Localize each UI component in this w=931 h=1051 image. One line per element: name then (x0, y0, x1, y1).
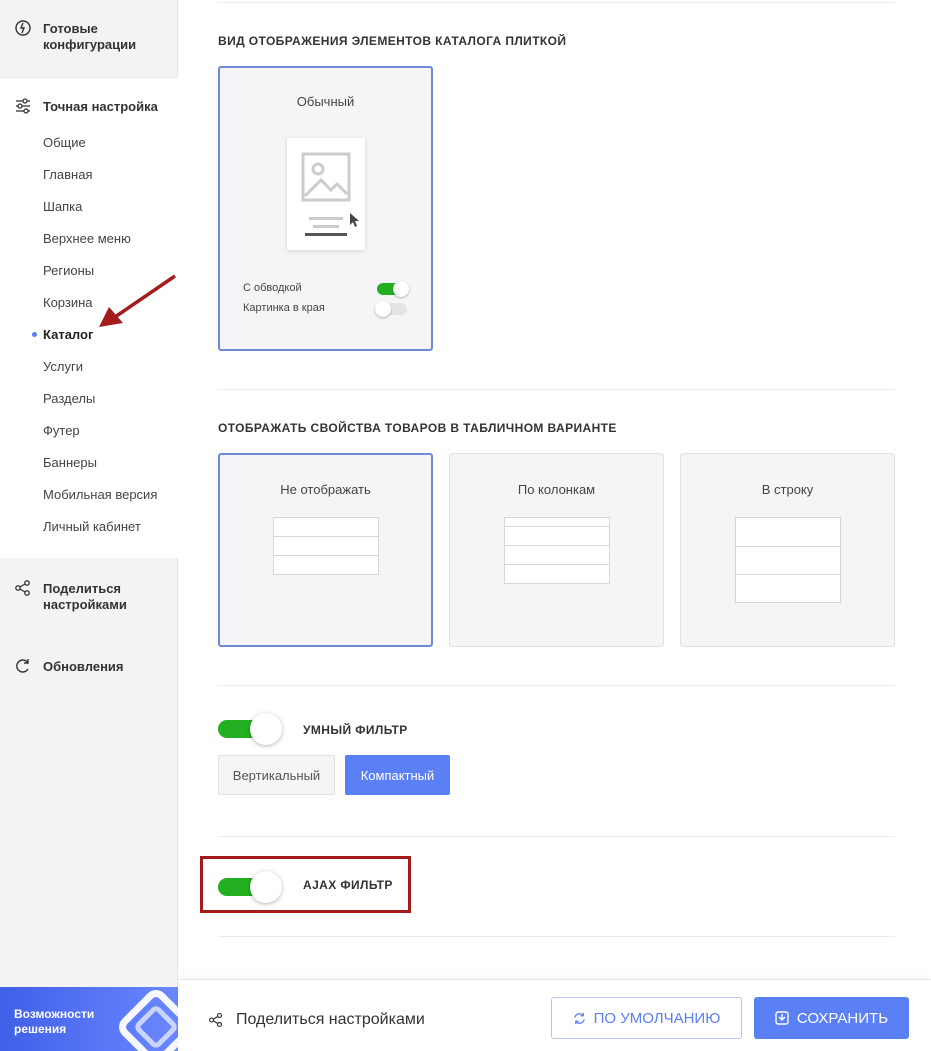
reset-default-label: ПО УМОЛЧАНИЮ (593, 1009, 721, 1027)
annotation-arrow-icon (99, 274, 176, 327)
divider (218, 389, 895, 390)
share-icon (15, 580, 30, 596)
sidebar: Готовые конфигурации Точная настройка Об… (0, 0, 178, 1051)
opt-edge-label: Картинка в края (243, 302, 325, 314)
opt-edge-toggle[interactable] (375, 301, 407, 317)
sidebar-share[interactable]: Поделиться настройками (0, 560, 178, 620)
table-option-label: По колонкам (517, 482, 596, 497)
sidebar-fine-tuning: Точная настройка Общие Главная Шапка Вер… (0, 78, 178, 558)
promo-banner[interactable]: Возможности решения (0, 987, 178, 1051)
divider (218, 936, 895, 937)
smart-filter-toggle[interactable] (218, 713, 282, 745)
sidebar-item-sections[interactable]: Разделы (43, 391, 95, 406)
sidebar-item-regions[interactable]: Регионы (43, 263, 94, 278)
ajax-filter-label: AJAX ФИЛЬТР (303, 878, 393, 892)
sidebar-fine-tuning-label: Точная настройка (43, 99, 158, 114)
sidebar-item-mobile[interactable]: Мобильная версия (43, 487, 157, 502)
sidebar-item-services[interactable]: Услуги (43, 359, 83, 374)
divider (218, 2, 895, 3)
table-option-hidden[interactable]: Не отображать (218, 453, 433, 647)
smart-filter-label: УМНЫЙ ФИЛЬТР (303, 723, 408, 737)
table-option-columns[interactable]: По колонкам (449, 453, 664, 647)
sidebar-item-main[interactable]: Главная (43, 167, 92, 182)
table-preview (504, 517, 610, 584)
sidebar-item-catalog[interactable]: Каталог (43, 327, 93, 342)
table-section-title: ОТОБРАЖАТЬ СВОЙСТВА ТОВАРОВ В ТАБЛИЧНОМ … (218, 421, 617, 435)
promo-text: Возможности решения (14, 1007, 95, 1036)
table-option-row[interactable]: В строку (680, 453, 895, 647)
refresh-icon (573, 1012, 585, 1024)
filter-vertical-button[interactable]: Вертикальный (218, 755, 335, 795)
table-option-label: Не отображать (280, 482, 371, 497)
table-preview (735, 517, 841, 603)
tile-preview (287, 138, 365, 250)
configs-icon (15, 20, 31, 36)
sidebar-item-banners[interactable]: Баннеры (43, 455, 97, 470)
opt-border-toggle[interactable] (377, 281, 409, 297)
sliders-icon (16, 98, 30, 114)
download-icon (775, 1011, 789, 1025)
divider (218, 685, 895, 686)
sidebar-ready-configs-label: Готовые конфигурации (43, 21, 137, 52)
tile-card-regular[interactable]: Обычный С обводкой Картинка в края (218, 66, 433, 351)
filter-compact-button[interactable]: Компактный (345, 755, 450, 795)
tile-card-label: Обычный (296, 94, 355, 109)
save-label: СОХРАНИТЬ (796, 1009, 889, 1027)
tile-section-title: ВИД ОТОБРАЖЕНИЯ ЭЛЕМЕНТОВ КАТАЛОГА ПЛИТК… (218, 34, 567, 48)
sidebar-updates[interactable]: Обновления (0, 640, 178, 690)
sidebar-item-header[interactable]: Шапка (43, 199, 82, 214)
cursor-icon (350, 213, 359, 227)
ajax-filter-toggle[interactable] (218, 871, 282, 903)
sidebar-item-account[interactable]: Личный кабинет (43, 519, 141, 534)
sidebar-share-label: Поделиться настройками (43, 581, 127, 612)
divider (218, 836, 895, 837)
share-icon (209, 1013, 223, 1027)
main-content: ВИД ОТОБРАЖЕНИЯ ЭЛЕМЕНТОВ КАТАЛОГА ПЛИТК… (178, 0, 931, 1051)
footer-share-link[interactable]: Поделиться настройками (236, 1011, 425, 1029)
sidebar-item-cart[interactable]: Корзина (43, 295, 93, 310)
active-dot (32, 332, 37, 337)
update-icon (16, 659, 29, 673)
opt-border-label: С обводкой (243, 282, 302, 294)
reset-default-button[interactable]: ПО УМОЛЧАНИЮ (551, 997, 742, 1039)
sidebar-item-general[interactable]: Общие (43, 135, 86, 150)
image-placeholder-icon (301, 152, 351, 202)
sidebar-ready-configs[interactable]: Готовые конфигурации (0, 0, 178, 78)
sidebar-updates-label: Обновления (43, 659, 124, 674)
promo-logo-icon (119, 990, 178, 1051)
footer-bar: Поделиться настройками ПО УМОЛЧАНИЮ СОХР… (178, 979, 931, 1051)
table-option-label: В строку (761, 482, 814, 497)
sidebar-item-top-menu[interactable]: Верхнее меню (43, 231, 131, 246)
save-button[interactable]: СОХРАНИТЬ (754, 997, 909, 1039)
sidebar-item-footer[interactable]: Футер (43, 423, 80, 438)
table-preview (273, 517, 379, 575)
